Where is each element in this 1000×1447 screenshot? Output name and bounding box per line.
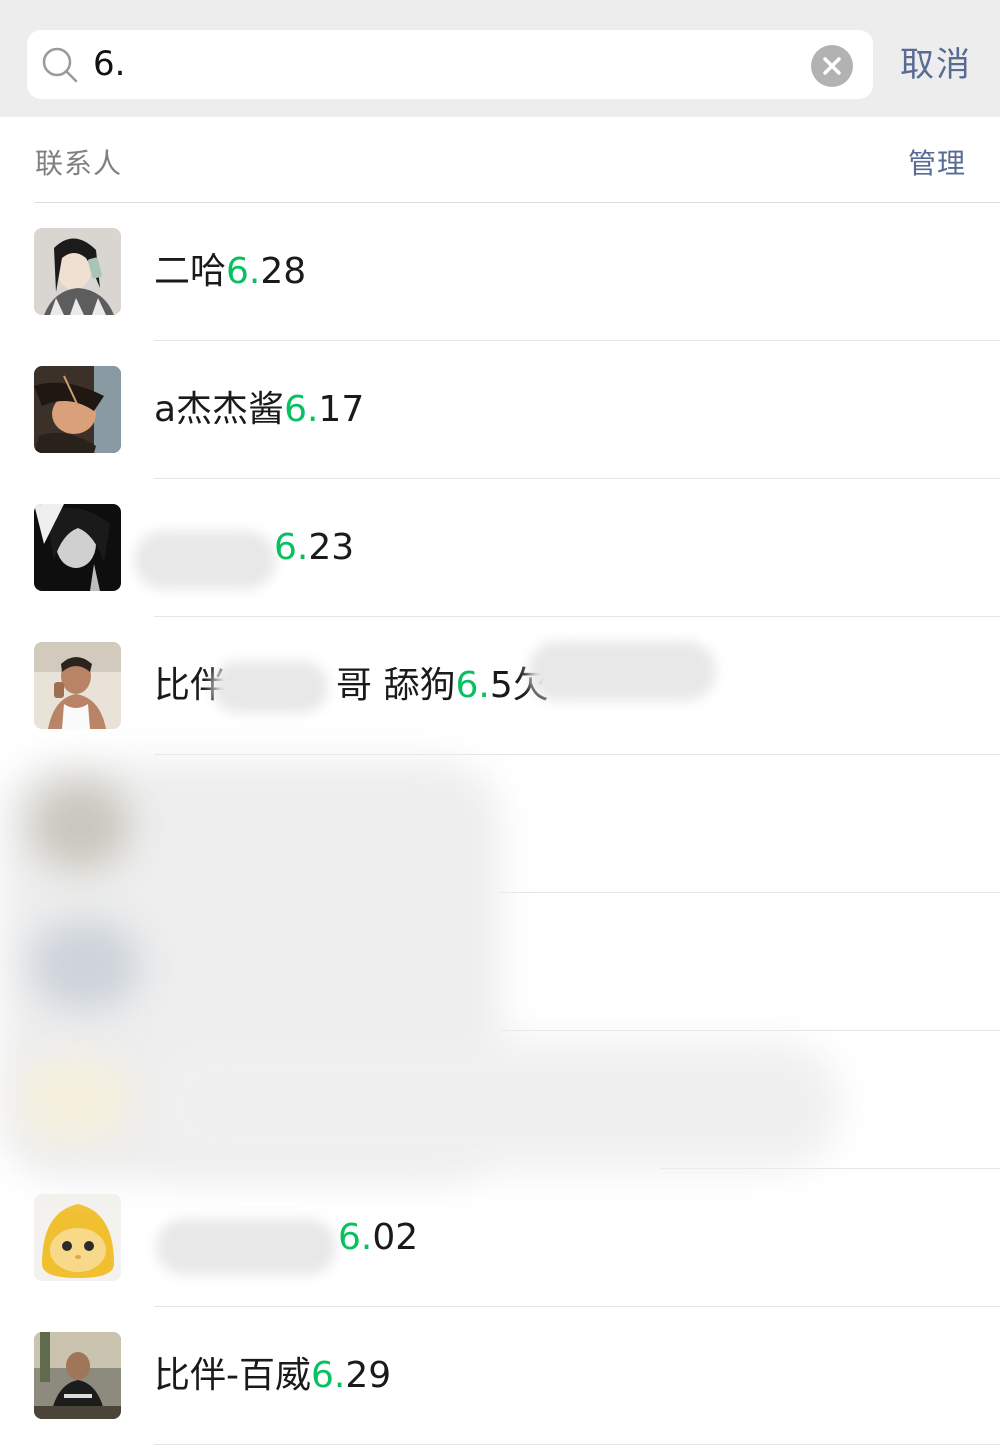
contact-row[interactable]: 6.23	[0, 479, 1000, 617]
section-title: 联系人	[35, 147, 123, 180]
blurred-region	[20, 1060, 130, 1140]
cancel-button[interactable]: 取消	[900, 40, 972, 90]
blurred-region	[30, 920, 140, 1010]
search-icon	[41, 46, 79, 84]
blurred-region	[528, 641, 716, 701]
avatar	[34, 366, 121, 453]
blurred-region	[212, 661, 328, 713]
search-box[interactable]	[27, 30, 873, 99]
avatar	[34, 504, 121, 591]
clear-search-button[interactable]	[811, 45, 853, 87]
contact-row[interactable]: a杰杰酱6.17	[0, 341, 1000, 479]
blurred-region	[30, 780, 130, 870]
contact-name: 6.02	[338, 1217, 419, 1258]
contacts-section-header: 联系人 管理	[35, 142, 1000, 203]
avatar	[34, 642, 121, 729]
avatar	[34, 1332, 121, 1419]
avatar	[34, 1194, 121, 1281]
blurred-region	[134, 531, 276, 589]
manage-button[interactable]: 管理	[908, 142, 966, 182]
contact-row[interactable]: 比伴-百威6.29	[0, 1307, 1000, 1445]
search-input[interactable]	[93, 30, 793, 99]
avatar	[34, 228, 121, 315]
contact-row[interactable]: 二哈6.28	[0, 203, 1000, 341]
close-icon	[823, 57, 841, 75]
divider	[154, 1444, 1000, 1445]
contact-row[interactable]: 6.02	[0, 1169, 1000, 1307]
contact-name: a杰杰酱6.17	[154, 389, 365, 430]
search-header: 取消	[0, 0, 1000, 117]
contact-name: 二哈6.28	[154, 251, 307, 292]
blurred-region	[150, 1040, 840, 1170]
contact-row[interactable]: 比伴哥 舔狗6.5欠	[0, 617, 1000, 755]
blurred-region	[156, 1219, 336, 1275]
contact-name: 比伴-百威6.29	[154, 1355, 392, 1396]
contact-name: 6.23	[274, 527, 355, 568]
